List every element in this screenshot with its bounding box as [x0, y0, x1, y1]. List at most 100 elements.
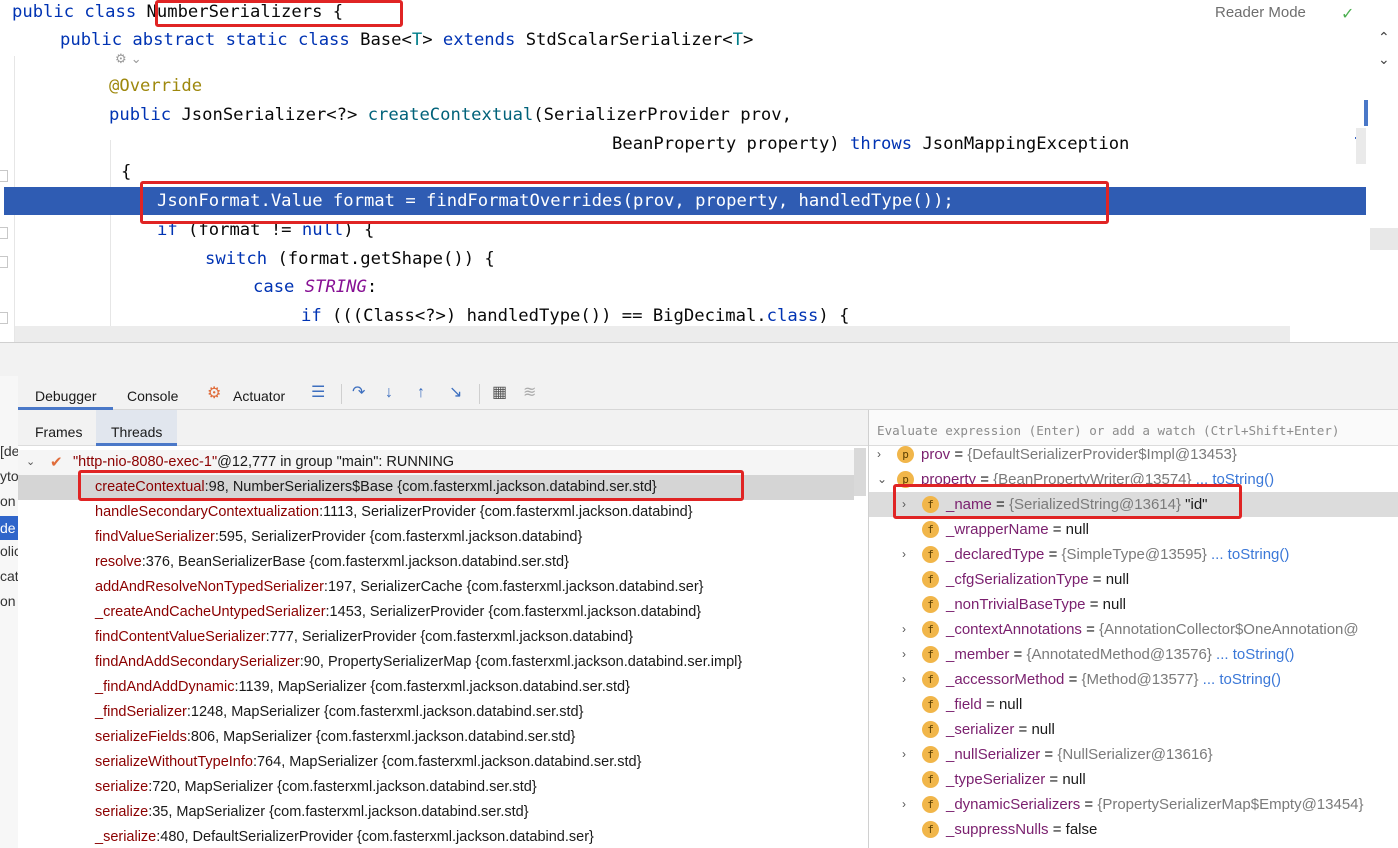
chevron-right-icon[interactable]: ›	[902, 642, 914, 667]
left-sidebar-strip: [de yto on de olic cat on	[0, 376, 18, 848]
frame-row[interactable]: serializeFields:806, MapSerializer {com.…	[18, 725, 854, 750]
frame-row[interactable]: findAndAddSecondarySerializer:90, Proper…	[18, 650, 854, 675]
run-to-cursor-icon[interactable]: ↘	[449, 385, 462, 401]
variable-row[interactable]: › f _contextAnnotations = {AnnotationColle…	[869, 617, 1398, 642]
chevron-right-icon[interactable]: ›	[902, 742, 914, 767]
field-icon: f	[922, 496, 939, 513]
left-strip-item-selected[interactable]: de	[0, 516, 18, 540]
tab-threads[interactable]: Threads	[96, 410, 178, 446]
frame-row[interactable]: serialize:720, MapSerializer {com.faster…	[18, 775, 854, 800]
frame-method: createContextual	[95, 479, 205, 495]
chevron-right-icon[interactable]: ›	[902, 792, 914, 817]
chevron-right-icon[interactable]: ›	[877, 442, 889, 467]
tab-console[interactable]: Console	[127, 376, 178, 410]
fold-marker[interactable]	[0, 256, 8, 268]
frame-row[interactable]: serialize:35, MapSerializer {com.fasterx…	[18, 800, 854, 825]
fold-marker[interactable]	[0, 312, 8, 324]
chevron-right-icon[interactable]: ›	[902, 542, 914, 567]
variable-row[interactable]: f _cfgSerializationType = null	[869, 567, 1398, 592]
frame-row[interactable]: handleSecondaryContextualization:1113, S…	[18, 500, 854, 525]
frames-pane: Frames Threads ⌄ ✔ "http-nio-8080-exec-1…	[18, 410, 868, 848]
frame-row[interactable]: createContextual:98, NumberSerializers$B…	[18, 475, 854, 500]
frame-row[interactable]: _serialize:480, DefaultSerializerProvide…	[18, 825, 854, 848]
variable-row[interactable]: f _serializer = null	[869, 717, 1398, 742]
frames-scrollbar-thumb[interactable]	[854, 448, 866, 496]
step-into-icon[interactable]: ↓	[385, 385, 393, 401]
reader-mode-toggle[interactable]: Reader Mode	[1215, 4, 1306, 21]
variable-row[interactable]: › f _declaredType = {SimpleType@13595} ...…	[869, 542, 1398, 567]
left-strip-item[interactable]: cat	[0, 568, 18, 584]
variable-row[interactable]: f _suppressNulls = false	[869, 817, 1398, 842]
frame-row[interactable]: _createAndCacheUntypedSerializer:1453, S…	[18, 600, 854, 625]
chevron-down-icon[interactable]: ⌄	[877, 467, 889, 492]
editor-horizontal-scrollbar[interactable]	[15, 326, 1290, 342]
variable-row[interactable]: › f _nullSerializer = {NullSerializer@1361…	[869, 742, 1398, 767]
field-icon: f	[922, 571, 939, 588]
tool-window-separator	[0, 342, 1398, 376]
thread-row[interactable]: ⌄ ✔ "http-nio-8080-exec-1"@12,777 in gro…	[18, 450, 854, 475]
variable-row[interactable]: f _nonTrivialBaseType = null	[869, 592, 1398, 617]
chevron-up-icon[interactable]: ⌃	[1378, 30, 1390, 46]
frame-row[interactable]: findContentValueSerializer:777, Serializ…	[18, 625, 854, 650]
evaluate-expression-input[interactable]: Evaluate expression (Enter) or add a wat…	[869, 410, 1398, 446]
frame-row[interactable]: resolve:376, BeanSerializerBase {com.fas…	[18, 550, 854, 575]
variable-tostring-link[interactable]: ... toString()	[1207, 546, 1289, 563]
variable-name: _dynamicSerializers	[946, 796, 1081, 813]
chevron-down-icon[interactable]: ⌄	[26, 450, 35, 475]
variable-value: false	[1065, 821, 1098, 838]
variable-row[interactable]: › f _accessorMethod = {Method@13577} ... t…	[869, 667, 1398, 692]
step-out-icon[interactable]: ↑	[417, 385, 425, 401]
chevron-right-icon[interactable]: ›	[902, 492, 914, 517]
left-strip-item[interactable]: on	[0, 493, 16, 509]
variable-row[interactable]: f _wrapperName = null	[869, 517, 1398, 542]
variable-row[interactable]: ⌄ p property = {BeanPropertyWriter@13574} …	[869, 467, 1398, 492]
frame-location: :720, MapSerializer {com.fasterxml.jacks…	[148, 779, 537, 795]
frame-location: :1248, MapSerializer {com.fasterxml.jack…	[186, 704, 584, 720]
frame-row[interactable]: _findAndAddDynamic:1139, MapSerializer {…	[18, 675, 854, 700]
frame-row[interactable]: serializeWithoutTypeInfo:764, MapSeriali…	[18, 750, 854, 775]
editor-scrollbar-thumb[interactable]	[1370, 228, 1398, 250]
debug-toolbar: Debugger Console ⚙ Actuator ☰ ↷ ↓ ↑ ↘ ▦ …	[18, 376, 1398, 410]
annotation-gutter-icon[interactable]: ⚙ ⌄	[115, 52, 142, 67]
variable-tostring-link[interactable]: ... toString()	[1212, 646, 1294, 663]
chevron-down-icon[interactable]: ⌄	[1378, 52, 1390, 68]
code-editor[interactable]: public class NumberSerializers { public …	[0, 0, 1398, 342]
variable-name: _contextAnnotations	[946, 621, 1082, 638]
frame-method: _findSerializer	[95, 704, 187, 720]
frame-row[interactable]: _findSerializer:1248, MapSerializer {com…	[18, 700, 854, 725]
tab-debugger[interactable]: Debugger	[18, 376, 113, 410]
trace-icon[interactable]: ≋	[523, 385, 536, 401]
left-strip-item[interactable]: [de	[0, 443, 18, 459]
inspection-ok-icon[interactable]: ✓	[1341, 4, 1354, 23]
variable-tostring-link[interactable]: ... toString()	[1192, 471, 1274, 488]
frame-row[interactable]: findValueSerializer:595, SerializerProvi…	[18, 525, 854, 550]
left-strip-item[interactable]: olic	[0, 543, 18, 559]
evaluate-expression-icon[interactable]: ▦	[492, 385, 507, 401]
code-line-7: JsonFormat.Value format = findFormatOver…	[157, 191, 954, 211]
step-over-icon[interactable]: ↷	[352, 385, 365, 401]
chevron-right-icon[interactable]: ›	[902, 617, 914, 642]
frame-method: _serialize	[95, 829, 157, 845]
left-strip-item[interactable]: yto	[0, 468, 18, 484]
variable-equals: =	[991, 496, 1009, 513]
frame-location: :1113, SerializerProvider {com.fasterxml…	[319, 504, 693, 520]
left-strip-item[interactable]: on	[0, 593, 16, 609]
chevron-right-icon[interactable]: ›	[902, 667, 914, 692]
variable-row[interactable]: › f _member = {AnnotatedMethod@13576} ... …	[869, 642, 1398, 667]
variable-tostring-link[interactable]: ... toString()	[1199, 671, 1281, 688]
fold-marker[interactable]	[0, 227, 8, 239]
variable-row[interactable]: f _typeSerializer = null	[869, 767, 1398, 792]
tab-frames[interactable]: Frames	[20, 410, 97, 446]
variable-type: {AnnotationCollector$OneAnnotation@	[1099, 621, 1359, 638]
tab-actuator[interactable]: Actuator	[233, 376, 285, 410]
code-line-5: BeanProperty property) throws JsonMappin…	[612, 134, 1130, 154]
field-icon: f	[922, 796, 939, 813]
variable-row[interactable]: › f _name = {SerializedString@13614} "id"	[869, 492, 1398, 517]
variable-name: _field	[946, 696, 982, 713]
menu-icon[interactable]: ☰	[311, 385, 325, 401]
fold-marker[interactable]	[0, 170, 8, 182]
variable-row[interactable]: f _field = null	[869, 692, 1398, 717]
variable-row[interactable]: › f _dynamicSerializers = {PropertySeriali…	[869, 792, 1398, 817]
frame-row[interactable]: addAndResolveNonTypedSerializer:197, Ser…	[18, 575, 854, 600]
variable-row[interactable]: › p prov = {DefaultSerializerProvider$Impl…	[869, 442, 1398, 467]
